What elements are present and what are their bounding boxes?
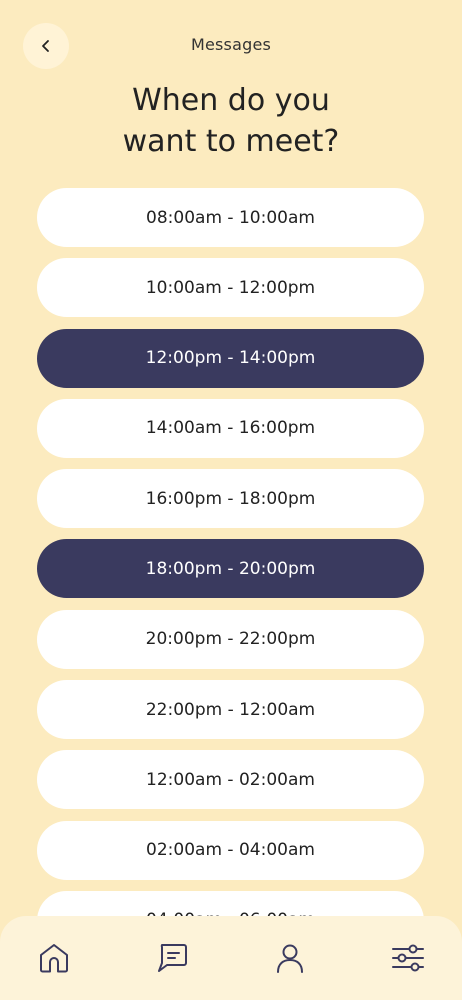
profile-icon [277, 944, 303, 973]
time-slot[interactable]: 18:00pm - 20:00pm [37, 539, 424, 599]
question-line-1: When do you [132, 83, 330, 118]
time-slot[interactable]: 16:00pm - 18:00pm [37, 469, 424, 529]
time-slot[interactable]: 14:00am - 16:00pm [37, 398, 424, 458]
nav-messages[interactable] [155, 941, 189, 975]
time-slot[interactable]: 10:00am - 12:00pm [37, 258, 424, 318]
nav-home[interactable] [37, 941, 71, 975]
header-title: Messages [190, 35, 272, 54]
time-slot[interactable]: 02:00am - 04:00am [37, 820, 424, 880]
time-slot[interactable]: 20:00pm - 22:00pm [37, 609, 424, 669]
nav-filters[interactable] [391, 941, 425, 975]
chat-icon [158, 944, 187, 972]
page-question: When do you want to meet? [0, 80, 462, 162]
home-icon [40, 944, 68, 973]
time-slot[interactable]: 12:00pm - 14:00pm [37, 328, 424, 388]
bottom-nav [0, 916, 462, 1000]
time-slot[interactable]: 04:00am - 06:00am [37, 890, 424, 918]
nav-profile[interactable] [273, 941, 307, 975]
header: Messages [0, 0, 462, 90]
time-slot-list[interactable]: 08:00am - 10:00am 10:00am - 12:00pm 12:0… [37, 188, 424, 918]
time-slot[interactable]: 08:00am - 10:00am [37, 188, 424, 247]
time-slot[interactable]: 22:00pm - 12:00am [37, 680, 424, 740]
sliders-icon [392, 944, 424, 972]
question-line-2: want to meet? [122, 124, 340, 159]
time-slot[interactable]: 12:00am - 02:00am [37, 750, 424, 810]
